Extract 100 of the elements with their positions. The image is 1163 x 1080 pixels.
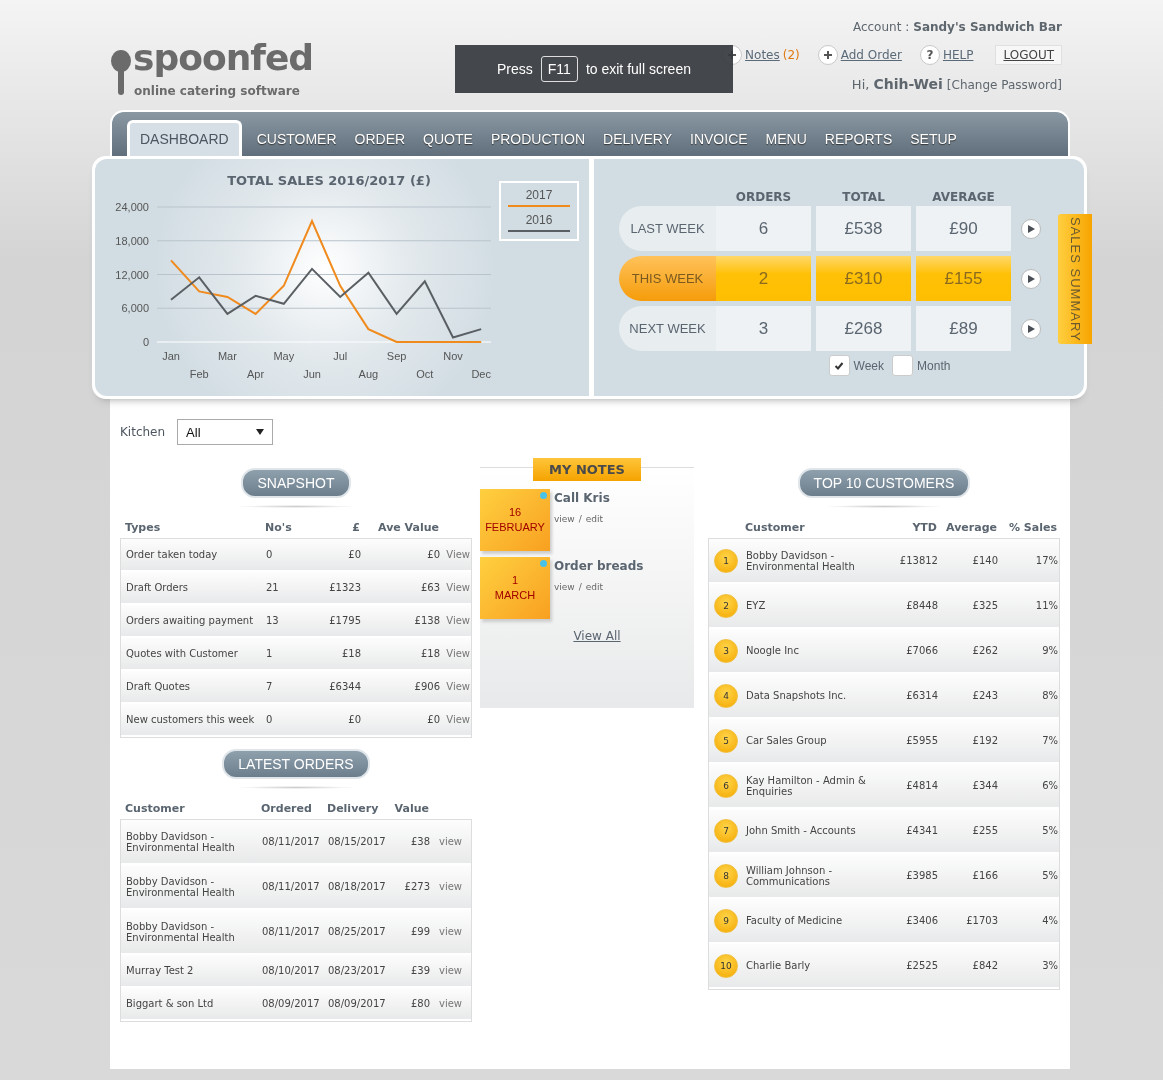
view-all-link[interactable]: View All (573, 629, 621, 643)
rank-badge: 8 (714, 863, 738, 888)
nav-tab[interactable]: INVOICE (681, 131, 757, 157)
table-cell-text: £7066 (905, 645, 938, 656)
note-date: 16 (508, 505, 522, 520)
table-cell-text: EYZ (746, 600, 767, 611)
edit-link[interactable]: edit (585, 514, 604, 524)
table-cell-text: £138 (413, 615, 440, 626)
nav-tab[interactable]: MENU (756, 131, 816, 157)
table-cell-text: £18 (419, 648, 440, 659)
edit-link[interactable]: edit (585, 582, 604, 592)
view-link[interactable]: View (440, 681, 470, 692)
view-link[interactable]: View (440, 714, 470, 725)
change-password-link[interactable]: [Change Password] (946, 78, 1062, 92)
table-cell-text: £0 (426, 549, 440, 560)
legend-label: 2017 (525, 188, 553, 202)
table-cell-text: £13812 (898, 555, 938, 566)
table-cell-text: £8448 (905, 600, 938, 611)
table-cell-text: 08/09/2017 (262, 998, 321, 1009)
rank-badge: 10 (714, 953, 738, 978)
nav-tab[interactable]: DELIVERY (594, 131, 681, 157)
summary-value: £538 (816, 206, 911, 251)
table-cell-text: Noogle Inc (746, 645, 800, 656)
view-link[interactable]: view (430, 881, 462, 892)
axis-tick-label: Apr (247, 368, 265, 380)
nav-tab[interactable]: PRODUCTION (481, 131, 594, 157)
table-cell-text: 08/15/2017 (328, 836, 387, 847)
header-link[interactable]: HELP (942, 48, 974, 62)
column-header: Ordered (261, 801, 313, 815)
nav-tab[interactable]: QUOTE (414, 131, 482, 157)
axis-tick-label: 18,000 (115, 234, 149, 247)
summary-value: 2 (716, 256, 811, 301)
nav-tab[interactable]: DASHBOARD (127, 120, 242, 157)
axis-tick-label: 24,000 (115, 201, 149, 213)
checkbox-label: Month (917, 358, 951, 373)
header-link[interactable]: Notes (745, 48, 780, 62)
view-link[interactable]: view (430, 998, 462, 1009)
axis-tick-label: Jul (333, 350, 348, 362)
table-cell-text: Car Sales Group (746, 735, 828, 746)
axis-tick-label: Dec (471, 368, 491, 380)
view-link[interactable]: view (430, 836, 462, 847)
table-cell-text: 0 (266, 549, 274, 560)
legend-label: 2016 (525, 213, 553, 227)
section-heading: MY NOTES (533, 458, 641, 481)
note-title: Order breads (554, 559, 644, 573)
logout-button[interactable]: LOGOUT (995, 45, 1062, 65)
view-link[interactable]: view (554, 582, 575, 592)
table-cell-text: Bobby Davidson - Environmental Health (126, 830, 236, 853)
table-cell-text: £906 (413, 681, 440, 692)
table-cell-text: £38 (409, 836, 430, 847)
nav-tab[interactable]: SETUP (901, 131, 966, 157)
table-cell-text: £4814 (905, 780, 938, 791)
help-icon[interactable]: ? (919, 45, 940, 65)
notice-text: Press (497, 61, 533, 77)
table-cell-text: £2525 (905, 960, 938, 971)
table-cell-text: 08/18/2017 (328, 881, 387, 892)
table-cell-text: Draft Quotes (126, 681, 191, 692)
table-cell-text: £18 (340, 648, 361, 659)
note-date: MARCH (494, 588, 536, 603)
nav-tab[interactable]: REPORTS (815, 131, 902, 157)
view-link[interactable]: View (440, 549, 470, 560)
greeting-text: Hi, (851, 77, 870, 92)
table-cell-text: £80 (409, 998, 430, 1009)
axis-tick-label: Jun (303, 368, 321, 380)
axis-tick-label: Jan (162, 350, 180, 362)
table-cell-text: Draft Orders (126, 582, 189, 593)
period-label[interactable]: THIS WEEK (619, 256, 716, 301)
table-cell-text: 4% (1041, 915, 1058, 926)
table-cell-text: 1 (266, 648, 274, 659)
rank-badge: 1 (714, 548, 738, 573)
view-link[interactable]: view (554, 514, 575, 524)
column-header: ORDERS (734, 191, 793, 203)
header-link[interactable]: Add Order (840, 48, 902, 62)
table-cell-text: £99 (409, 926, 430, 937)
kitchen-dropdown[interactable]: All (177, 419, 274, 445)
table-cell-text: Quotes with Customer (126, 648, 239, 659)
table-cell-text: £1323 (328, 582, 361, 593)
rank-badge: 6 (714, 773, 738, 798)
view-link[interactable]: view (430, 926, 462, 937)
table-cell-text: Bobby Davidson - Environmental Health (126, 920, 236, 943)
summary-value: 3 (716, 306, 811, 351)
table-cell-text: Data Snapshots Inc. (746, 690, 848, 701)
table-cell-text: John Smith - Accounts (746, 825, 857, 836)
user-name: Chih-Wei (873, 76, 943, 92)
table-cell-text: New customers this week (126, 714, 256, 725)
view-link[interactable]: View (440, 648, 470, 659)
nav-tab[interactable]: ORDER (345, 131, 415, 157)
period-label[interactable]: LAST WEEK (619, 206, 716, 251)
sales-summary-tab[interactable]: SALES SUMMARY (1058, 214, 1092, 344)
period-label[interactable]: NEXT WEEK (619, 306, 716, 351)
column-header: Value (393, 801, 429, 815)
view-link[interactable]: View (440, 615, 470, 626)
column-header: YTD (911, 520, 937, 534)
note-date: 1 (511, 573, 519, 588)
axis-tick-label: Sep (386, 350, 407, 362)
view-link[interactable]: view (430, 965, 462, 976)
table-cell-text: £192 (971, 735, 998, 746)
nav-tab[interactable]: CUSTOMER (247, 131, 346, 157)
key-label: F11 (540, 56, 578, 82)
view-link[interactable]: View (440, 582, 470, 593)
